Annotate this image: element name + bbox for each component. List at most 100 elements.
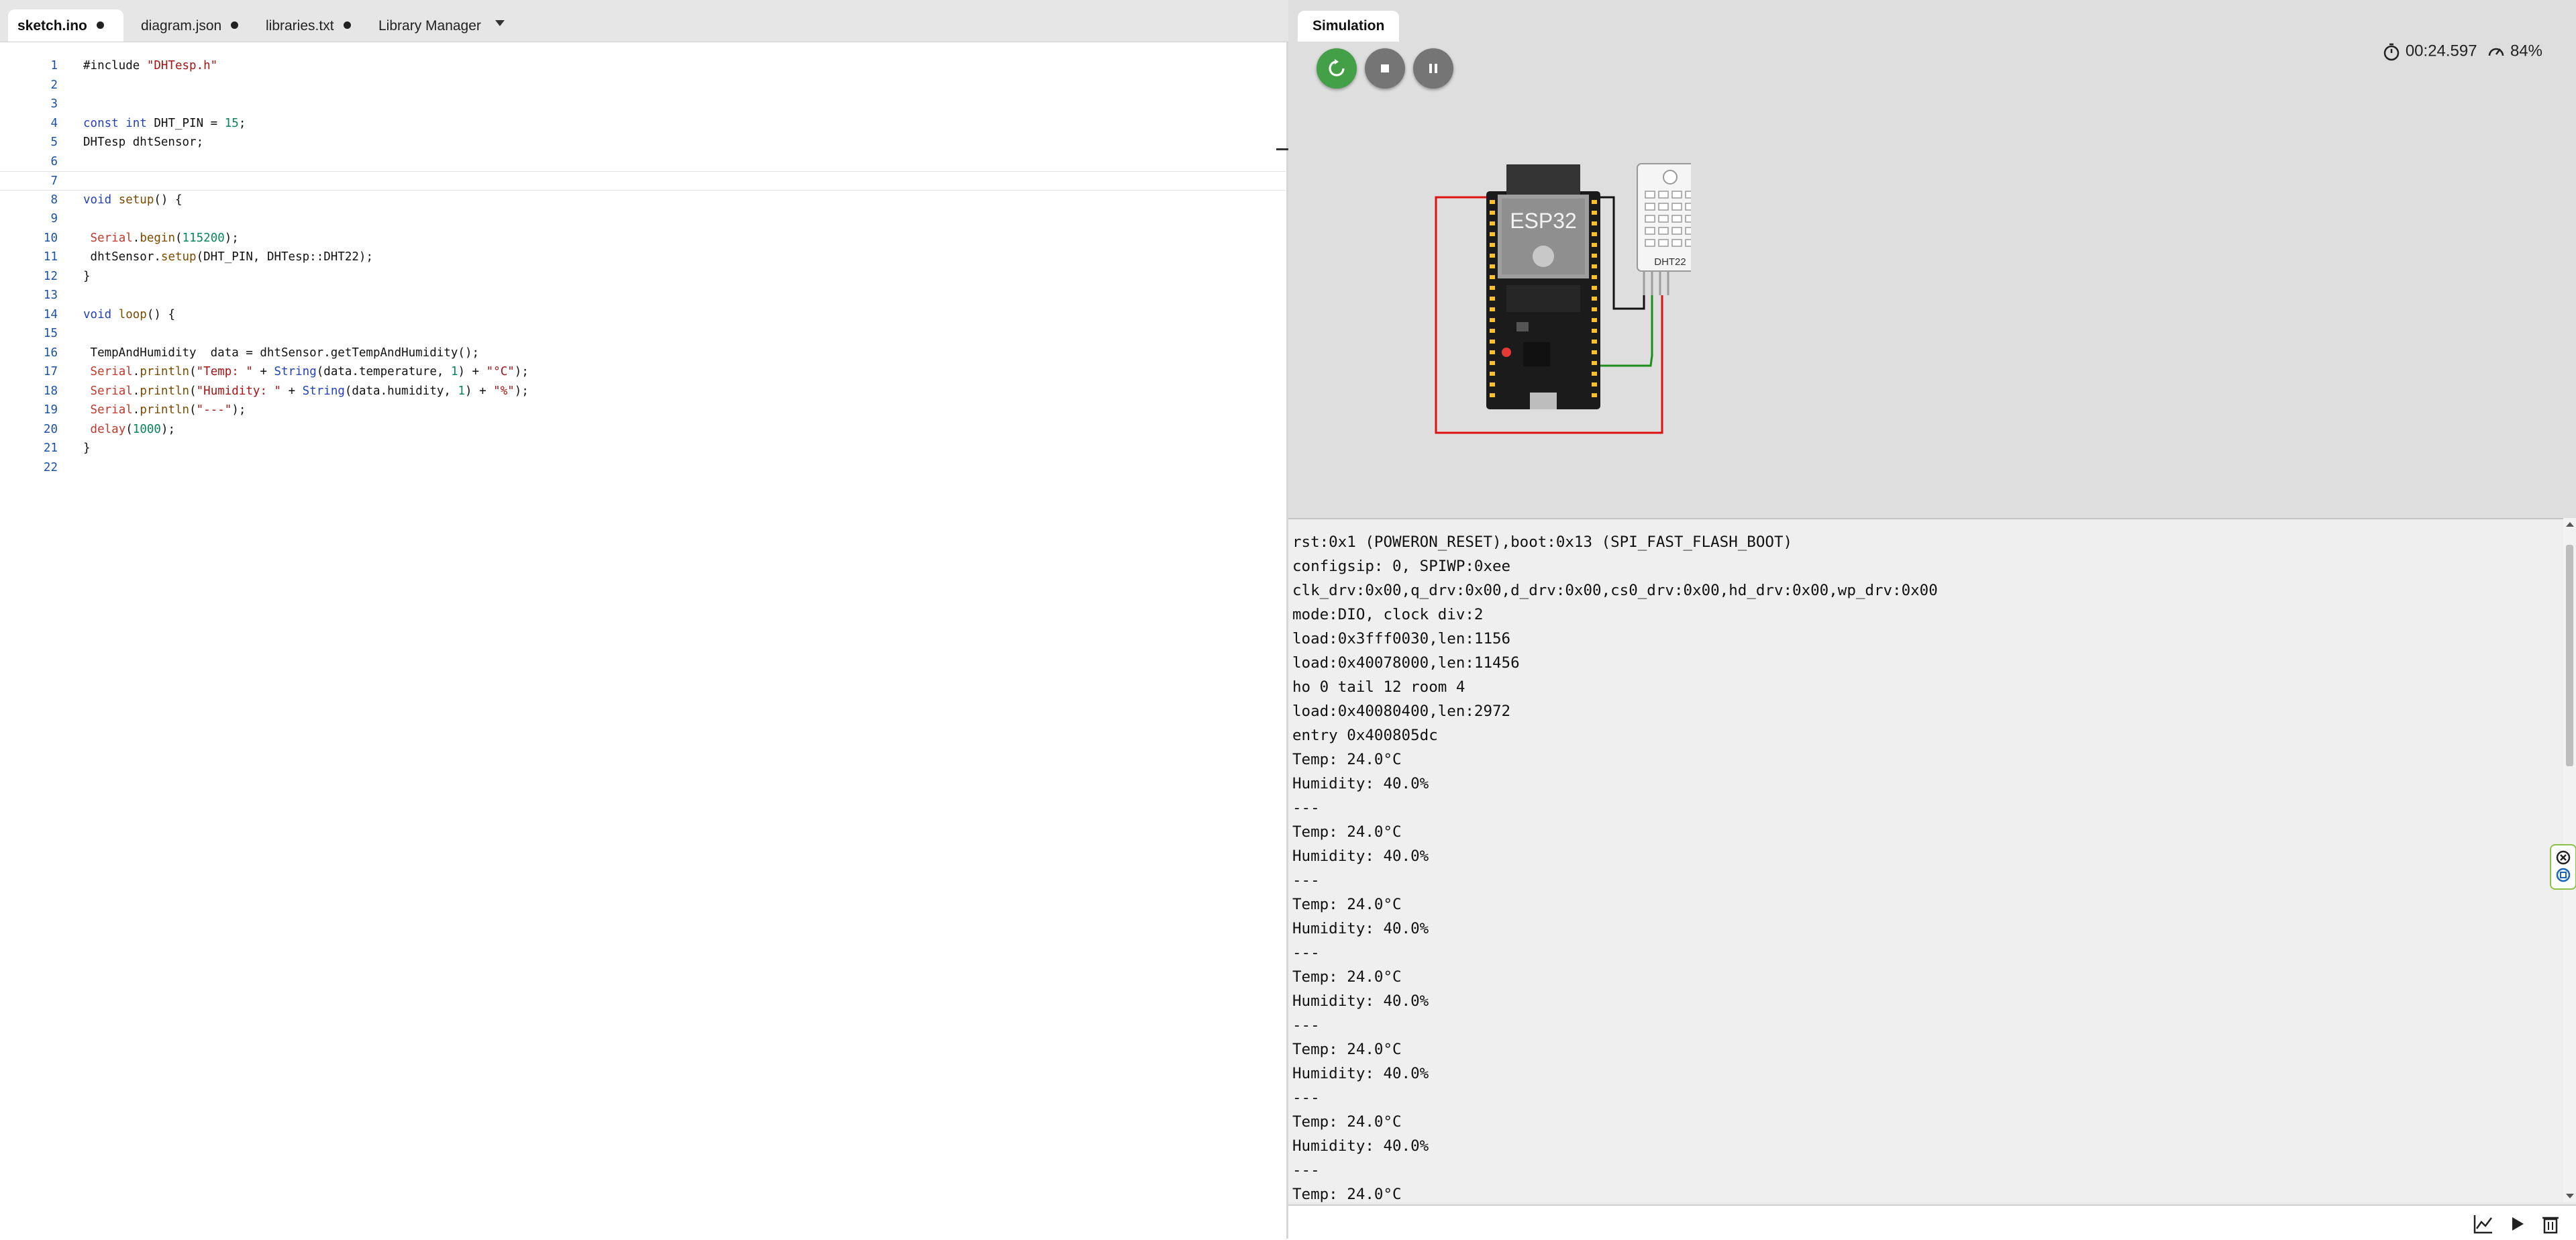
code-line[interactable]: 19 Serial.println("---"); [0, 401, 1286, 420]
clear-output-icon[interactable] [2556, 850, 2571, 865]
code-line[interactable]: 21} [0, 439, 1286, 458]
serial-line: --- [1292, 944, 1320, 962]
simulation-timer: 00:24.597 84% [2382, 42, 2542, 61]
code-line[interactable]: 10 Serial.begin(115200); [0, 229, 1286, 248]
code-line[interactable]: 7 [0, 171, 1286, 191]
code-line[interactable]: 3 [0, 95, 1286, 114]
code-line[interactable]: 15 [0, 324, 1286, 344]
code-line[interactable]: 14 void loop() { [0, 305, 1286, 325]
tab-label: sketch.ino [17, 18, 87, 34]
code-line[interactable]: 13 [0, 286, 1286, 305]
code-area[interactable]: 1 #include "DHTesp.h" 2 3 4 const int DHT_PIN… [0, 56, 1286, 1197]
code-line[interactable]: 17 Serial.println("Temp: " + String(data… [0, 362, 1286, 382]
line-number: 11 [43, 250, 58, 264]
serial-line: Temp: 24.0°C [1292, 1113, 1402, 1131]
tab-libraries-txt[interactable]: libraries.txt [256, 9, 364, 42]
code-line[interactable]: 20 delay(1000); [0, 420, 1286, 440]
circuit-diagram: ESP32 DHT22 [1435, 163, 1691, 434]
clear-serial-button[interactable] [2538, 1211, 2563, 1237]
code-line[interactable]: 16 TempAndHumidity data = dhtSensor.getT… [0, 344, 1286, 363]
line-number: 6 [50, 154, 58, 168]
unsaved-dot-icon [231, 21, 239, 29]
serial-line: Humidity: 40.0% [1292, 1065, 1429, 1082]
code-line[interactable]: 8 void setup() { [0, 191, 1286, 210]
simulation-canvas[interactable]: Simulation 00:24.597 84% ESP32 DHT22 [1288, 0, 2576, 519]
serial-line: load:0x3fff0030,len:1156 [1292, 630, 1511, 648]
serial-line: --- [1292, 1089, 1320, 1106]
line-number: 1 [50, 59, 58, 72]
dht22-sensor[interactable]: DHT22 [1637, 163, 1691, 295]
scrollbar-thumb[interactable] [2566, 545, 2573, 766]
line-number: 2 [50, 78, 58, 92]
serial-line: Temp: 24.0°C [1292, 751, 1402, 768]
tab-label: Library Manager [378, 18, 481, 34]
code-text: dhtSensor.setup(DHT_PIN, DHTesp::DHT22); [83, 250, 373, 264]
code-text: } [83, 269, 91, 283]
tab-library-manager[interactable]: Library Manager [369, 9, 486, 42]
tab-label: libraries.txt [266, 18, 334, 34]
code-line[interactable]: 12} [0, 267, 1286, 287]
chevron-down-icon[interactable] [490, 15, 510, 35]
board-label: ESP32 [1510, 209, 1577, 233]
line-number: 10 [43, 231, 58, 245]
code-text: TempAndHumidity data = dhtSensor.getTemp… [83, 346, 480, 360]
code-editor-pane: sketch.ino diagram.json libraries.txt Li… [0, 0, 1288, 1239]
code-text: DHTesp dhtSensor; [83, 136, 204, 149]
code-line[interactable]: 2 [0, 76, 1286, 95]
line-number: 18 [43, 384, 58, 398]
code-line[interactable]: 4 const int DHT_PIN = 15; [0, 114, 1286, 134]
autoscroll-icon[interactable] [2556, 868, 2571, 882]
line-number: 17 [43, 365, 58, 378]
code-line[interactable]: 18 Serial.println("Humidity: " + String(… [0, 382, 1286, 401]
code-line[interactable]: 11 dhtSensor.setup(DHT_PIN, DHTesp::DHT2… [0, 248, 1286, 267]
code-text: Serial.begin(115200); [90, 231, 239, 245]
send-button[interactable] [2504, 1211, 2530, 1237]
code-line[interactable]: 6 [0, 152, 1286, 172]
line-number: 20 [43, 422, 58, 436]
code-line[interactable]: 22 [0, 458, 1286, 478]
code-text: void setup() { [83, 193, 183, 207]
code-line[interactable]: 5 DHTesp dhtSensor; [0, 133, 1286, 152]
esp32-board[interactable]: ESP32 [1486, 164, 1600, 409]
play-icon [2512, 1217, 2524, 1231]
line-number: 4 [50, 116, 58, 130]
serial-line: Temp: 24.0°C [1292, 896, 1402, 913]
unsaved-dot-icon [96, 21, 104, 29]
pause-simulation-button[interactable] [1413, 48, 1453, 89]
line-number: 12 [43, 269, 58, 283]
scroll-up-icon[interactable] [2566, 522, 2574, 527]
serial-monitor-output[interactable]: rst:0x1 (POWERON_RESET),boot:0x13 (SPI_F… [1288, 519, 2563, 1202]
serial-line: load:0x40078000,len:11456 [1292, 654, 1520, 672]
code-text: Serial.println("---"); [90, 403, 246, 417]
code-text: Serial.println("Humidity: " + String(dat… [90, 384, 529, 398]
serial-line: --- [1292, 1161, 1320, 1179]
chart-icon [2473, 1215, 2492, 1234]
trash-icon [2542, 1217, 2559, 1234]
line-number: 13 [43, 289, 58, 302]
serial-line: mode:DIO, clock div:2 [1292, 606, 1484, 623]
serial-line: load:0x40080400,len:2972 [1292, 703, 1511, 720]
serial-line: Humidity: 40.0% [1292, 920, 1429, 937]
code-text: Serial.println("Temp: " + String(data.te… [90, 365, 529, 378]
serial-line: entry 0x400805dc [1292, 727, 1438, 744]
serial-line: rst:0x1 (POWERON_RESET),boot:0x13 (SPI_F… [1292, 533, 1793, 551]
code-line[interactable]: 9 [0, 209, 1286, 229]
serial-line: configsip: 0, SPIWP:0xee [1292, 558, 1511, 575]
code-line[interactable]: 1 #include "DHTesp.h" [0, 56, 1286, 76]
code-text: #include "DHTesp.h" [83, 59, 218, 72]
tab-diagram-json[interactable]: diagram.json [132, 9, 246, 42]
restart-icon [1329, 59, 1345, 76]
tab-simulation[interactable]: Simulation [1298, 11, 1400, 42]
tab-label: diagram.json [141, 18, 222, 34]
line-number: 5 [50, 136, 58, 149]
scroll-down-icon[interactable] [2566, 1194, 2574, 1198]
simulation-pane: Simulation 00:24.597 84% ESP32 DHT22 rst… [1288, 0, 2576, 1240]
restart-simulation-button[interactable] [1317, 48, 1357, 89]
serial-input-bar[interactable] [1288, 1204, 2576, 1240]
tab-sketch-ino[interactable]: sketch.ino [8, 9, 123, 42]
line-number: 16 [43, 346, 58, 360]
plotter-button[interactable] [2471, 1211, 2496, 1237]
stop-simulation-button[interactable] [1365, 48, 1405, 89]
stop-icon [1381, 64, 1389, 72]
serial-side-toolbar [2550, 844, 2576, 890]
